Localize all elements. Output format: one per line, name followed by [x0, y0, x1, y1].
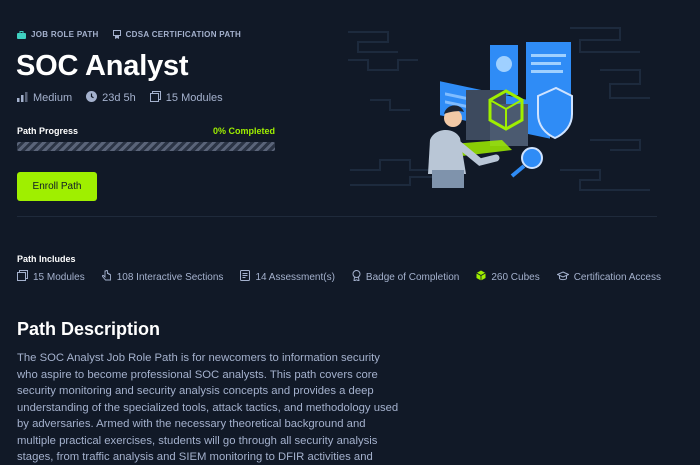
job-role-path-label: JOB ROLE PATH	[31, 30, 99, 39]
includes-item-modules: 15 Modules	[17, 270, 85, 284]
path-description-text: The SOC Analyst Job Role Path is for new…	[17, 352, 399, 463]
includes-item-label: 14 Assessment(s)	[255, 271, 335, 283]
includes-item-certification: Certification Access	[555, 270, 661, 284]
assessment-icon	[240, 270, 251, 284]
includes-item-sections: 108 Interactive Sections	[101, 269, 224, 284]
soc-analyst-illustration	[340, 20, 660, 200]
page-title: SOC Analyst	[16, 50, 189, 82]
job-role-path-tag: JOB ROLE PATH	[17, 30, 99, 39]
graduation-cap-icon	[555, 270, 570, 284]
path-description-title: Path Description	[17, 319, 161, 339]
enroll-path-button[interactable]: Enroll Path	[17, 172, 97, 201]
modules-label: 15 Modules	[165, 92, 223, 104]
path-includes-list: 15 Modules 108 Interactive Sections 14 A…	[17, 269, 661, 284]
duration-meta: 23d 5h	[86, 91, 136, 105]
modules-icon	[17, 270, 28, 284]
certification-path-tag: CDSA CERTIFICATION PATH	[112, 30, 242, 39]
clock-icon	[86, 91, 98, 105]
briefcase-icon	[17, 30, 26, 39]
modules-meta: 15 Modules	[149, 91, 223, 105]
includes-item-label: Badge of Completion	[365, 271, 460, 283]
difficulty-label: Medium	[33, 92, 73, 104]
includes-item-assessments: 14 Assessment(s)	[240, 270, 335, 284]
difficulty-bars-icon	[17, 91, 28, 105]
includes-item-cubes: 260 Cubes	[476, 270, 540, 284]
includes-item-label: 108 Interactive Sections	[116, 271, 224, 283]
includes-item-badge: Badge of Completion	[352, 270, 459, 284]
difficulty-meta: Medium	[17, 91, 72, 105]
path-progress-bar	[17, 142, 275, 151]
badge-icon	[352, 270, 361, 284]
interactive-icon	[101, 269, 112, 284]
path-progress-value: 0% Completed	[213, 126, 276, 136]
duration-label: 23d 5h	[102, 92, 136, 104]
path-type-tags: JOB ROLE PATH CDSA CERTIFICATION PATH	[17, 30, 241, 39]
path-includes-title: Path Includes	[17, 254, 76, 264]
includes-item-label: 260 Cubes	[491, 271, 540, 283]
path-meta: Medium 23d 5h 15 Modules	[17, 91, 223, 105]
certification-path-label: CDSA CERTIFICATION PATH	[125, 30, 242, 39]
cube-icon	[476, 270, 487, 284]
includes-item-label: 15 Modules	[33, 271, 85, 283]
modules-icon	[149, 91, 161, 105]
includes-item-label: Certification Access	[573, 271, 661, 283]
certificate-icon	[112, 30, 121, 39]
section-divider	[17, 216, 657, 217]
path-progress-label: Path Progress	[17, 126, 79, 136]
